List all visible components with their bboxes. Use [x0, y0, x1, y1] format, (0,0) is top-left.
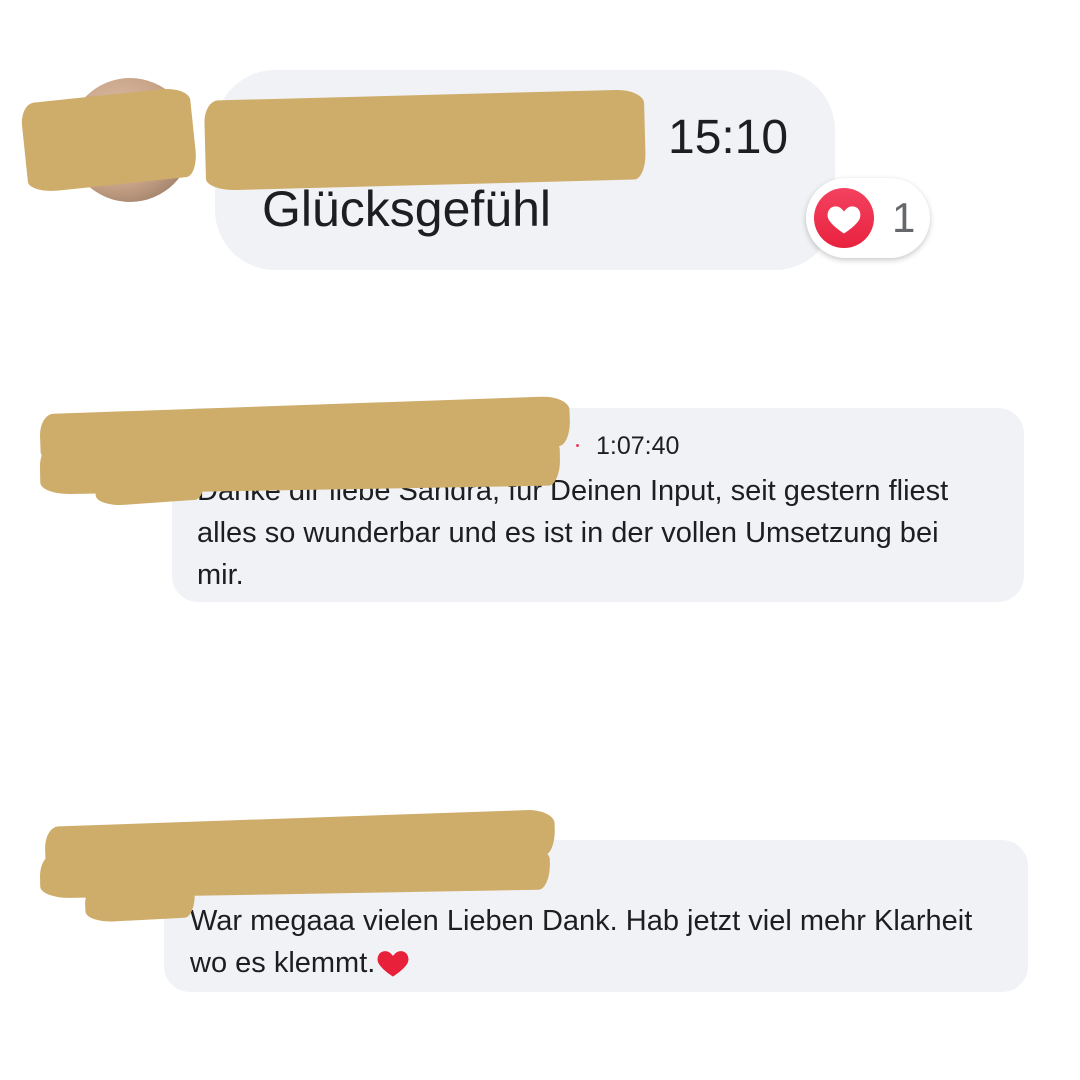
comment-timestamp[interactable]: 1:07:40 — [596, 432, 679, 461]
heart-icon — [814, 188, 874, 248]
reaction-badge[interactable]: 1 — [806, 178, 930, 258]
redaction-mark — [203, 89, 647, 191]
comment-text-body: War megaaa vielen Lieben Dank. Hab jetzt… — [190, 905, 973, 979]
heart-icon — [375, 946, 411, 978]
reaction-count: 1 — [892, 194, 916, 241]
redaction-mark — [19, 86, 199, 194]
comment-text: Glücksgefühl — [262, 181, 552, 237]
comment-timestamp[interactable]: 15:10 — [668, 110, 788, 165]
separator-dot — [576, 444, 579, 447]
comment-text: War megaaa vielen Lieben Dank. Hab jetzt… — [190, 900, 990, 984]
redaction-mark — [84, 879, 196, 923]
redaction-mark — [93, 461, 207, 507]
